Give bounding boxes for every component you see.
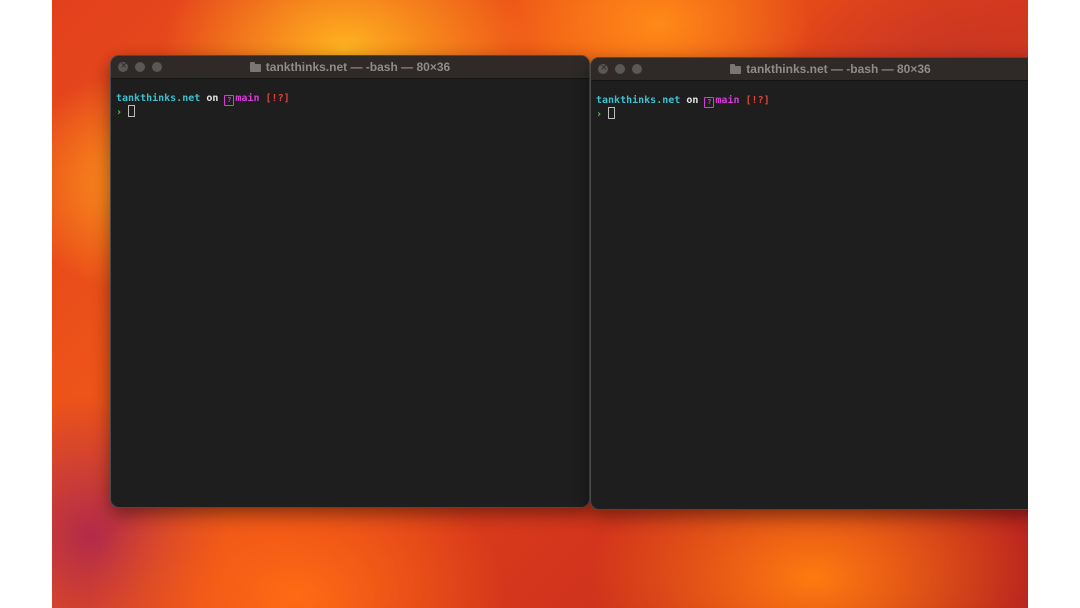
desktop-wallpaper: × tankthinks.net — -bash — 80×36 tankthi…	[52, 0, 1028, 608]
prompt-on: on	[206, 93, 219, 104]
window-title: tankthinks.net — -bash — 80×36	[591, 58, 1028, 80]
titlebar[interactable]: × tankthinks.net — -bash — 80×36	[591, 58, 1028, 81]
prompt-on: on	[686, 95, 699, 106]
folder-icon	[730, 64, 742, 74]
prompt-branch: main	[715, 95, 740, 106]
window-title-text: tankthinks.net — -bash — 80×36	[746, 62, 931, 76]
terminal-content[interactable]: tankthinks.net on ? main [!?] ›	[591, 81, 1028, 120]
window-title-text: tankthinks.net — -bash — 80×36	[265, 60, 451, 74]
prompt-line: tankthinks.net on ? main [!?]	[116, 93, 589, 106]
prompt-symbol: ›	[596, 109, 603, 120]
terminal-content[interactable]: tankthinks.net on ? main [!?] ›	[111, 79, 589, 118]
prompt-branch: main	[235, 93, 260, 104]
prompt-symbol: ›	[116, 107, 123, 118]
prompt-line: tankthinks.net on ? main [!?]	[596, 95, 1028, 108]
terminal-window-right[interactable]: × tankthinks.net — -bash — 80×36 tankthi…	[590, 57, 1028, 510]
input-line[interactable]: ›	[596, 107, 1028, 120]
prompt-host: tankthinks.net	[596, 95, 681, 106]
prompt-git-status: [!?]	[265, 93, 290, 104]
git-branch-icon: ?	[704, 97, 715, 108]
input-line[interactable]: ›	[116, 105, 589, 118]
prompt-host: tankthinks.net	[116, 93, 201, 104]
text-cursor	[128, 105, 136, 117]
git-branch-icon: ?	[224, 95, 235, 106]
folder-icon	[249, 62, 261, 72]
titlebar[interactable]: × tankthinks.net — -bash — 80×36	[111, 56, 589, 79]
terminal-window-left[interactable]: × tankthinks.net — -bash — 80×36 tankthi…	[110, 55, 590, 508]
text-cursor	[608, 107, 616, 119]
prompt-git-status: [!?]	[745, 95, 770, 106]
window-title: tankthinks.net — -bash — 80×36	[111, 56, 589, 78]
